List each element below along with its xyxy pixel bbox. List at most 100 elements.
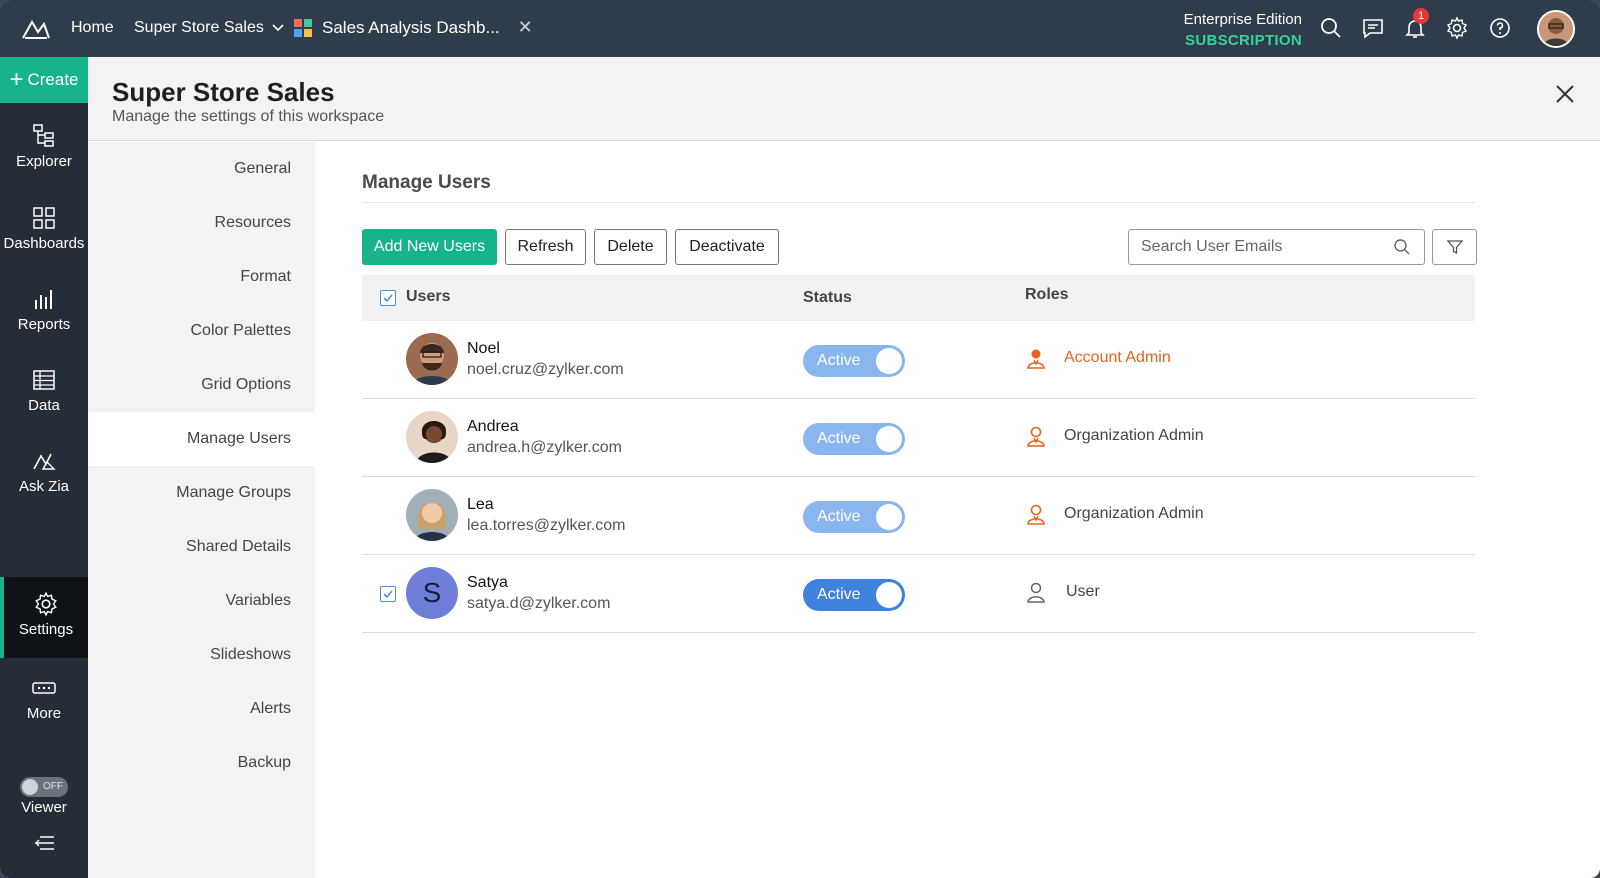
rail-explorer[interactable]: Explorer (0, 115, 88, 189)
table-icon (33, 370, 55, 390)
section-title: Manage Users (362, 172, 491, 193)
settings-nav-manage-groups[interactable]: Manage Groups (88, 466, 315, 520)
add-new-users-button[interactable]: Add New Users (362, 229, 497, 265)
settings-nav-variables[interactable]: Variables (88, 574, 315, 628)
plus-icon: + (9, 66, 24, 93)
tab-label: Sales Analysis Dashb... (322, 17, 500, 37)
rail-reports[interactable]: Reports (0, 278, 88, 352)
table-row[interactable]: S Satya satya.d@zylker.com Active User (362, 555, 1475, 633)
refresh-button[interactable]: Refresh (505, 229, 586, 265)
avatar (406, 411, 458, 463)
rail-ask-zia[interactable]: Ask Zia (0, 440, 88, 514)
status-toggle[interactable]: Active (803, 345, 905, 377)
user-role: Organization Admin (1064, 427, 1204, 444)
help-icon[interactable] (1488, 16, 1512, 40)
check-icon (383, 590, 393, 599)
settings-nav-color-palettes[interactable]: Color Palettes (88, 304, 315, 358)
settings-nav-shared-details[interactable]: Shared Details (88, 520, 315, 574)
deactivate-button[interactable]: Deactivate (675, 229, 779, 265)
user-icon (1027, 582, 1045, 603)
status-label: Active (817, 508, 861, 525)
rail-data[interactable]: Data (0, 359, 88, 433)
users-table-header: Users Status Roles (362, 275, 1475, 321)
select-all-checkbox[interactable] (380, 290, 396, 306)
rail-label: Ask Zia (18, 478, 69, 495)
user-role: User (1066, 583, 1100, 600)
avatar (406, 333, 458, 385)
status-label: Active (817, 586, 861, 603)
settings-nav-grid-options[interactable]: Grid Options (88, 358, 315, 412)
rail-dashboards[interactable]: Dashboards (0, 197, 88, 271)
status-toggle[interactable]: Active (803, 423, 905, 455)
gear-icon (35, 591, 57, 617)
rail-label: Dashboards (3, 235, 85, 252)
workspace-switcher[interactable]: Super Store Sales (134, 19, 284, 37)
toggle-knob (876, 426, 902, 452)
settings-nav-format[interactable]: Format (88, 250, 315, 304)
row-checkbox[interactable] (380, 586, 396, 602)
toggle-knob (876, 504, 902, 530)
status-toggle[interactable]: Active (803, 579, 905, 611)
user-email: andrea.h@zylker.com (467, 439, 622, 456)
search-user-emails-input[interactable] (1128, 229, 1425, 265)
settings-nav-alerts[interactable]: Alerts (88, 682, 315, 736)
rail-more[interactable]: More (0, 667, 88, 741)
nav-home[interactable]: Home (71, 19, 114, 37)
search-icon[interactable] (1319, 16, 1343, 40)
user-name: Noel (467, 340, 500, 357)
user-icon (1027, 426, 1045, 447)
column-status[interactable]: Status (803, 289, 852, 307)
rail-label: Settings (18, 621, 74, 638)
settings-nav-slideshows[interactable]: Slideshows (88, 628, 315, 682)
create-button[interactable]: + Create (0, 57, 88, 103)
user-name: Andrea (467, 418, 519, 435)
table-row[interactable]: Noel noel.cruz@zylker.com Active Account… (362, 321, 1475, 399)
settings-nav-manage-users[interactable]: Manage Users (88, 412, 315, 466)
viewer-label: Viewer (21, 799, 67, 816)
notification-badge: 1 (1413, 8, 1429, 24)
rail-label: Data (28, 397, 60, 414)
filter-button[interactable] (1432, 229, 1477, 265)
left-rail: + Create Explorer Dashboards Reports Dat… (0, 57, 88, 878)
user-role: Account Admin (1064, 349, 1171, 366)
table-row[interactable]: Lea lea.torres@zylker.com Active Organiz… (362, 477, 1475, 555)
comments-icon[interactable] (1361, 16, 1385, 40)
more-icon (32, 682, 56, 694)
status-toggle[interactable]: Active (803, 501, 905, 533)
app-logo-icon[interactable] (20, 14, 52, 42)
column-users[interactable]: Users (406, 288, 450, 306)
settings-nav-resources[interactable]: Resources (88, 196, 315, 250)
close-tab-icon[interactable]: ✕ (518, 17, 533, 38)
settings-nav-backup[interactable]: Backup (88, 736, 315, 790)
close-icon[interactable] (1554, 83, 1576, 105)
profile-avatar[interactable] (1537, 10, 1575, 48)
zia-icon (33, 453, 56, 470)
filter-icon (1447, 240, 1463, 255)
edition-info[interactable]: Enterprise Edition SUBSCRIPTION (1184, 9, 1302, 51)
subscription-link[interactable]: SUBSCRIPTION (1184, 30, 1302, 51)
page-header: Super Store Sales Manage the settings of… (88, 57, 1600, 141)
search-icon[interactable] (1393, 238, 1411, 256)
divider (362, 202, 1475, 203)
rail-label: More (26, 705, 62, 722)
viewer-toggle[interactable]: OFF (20, 777, 68, 797)
status-label: Active (817, 352, 861, 369)
user-email: satya.d@zylker.com (467, 595, 611, 612)
table-row[interactable]: Andrea andrea.h@zylker.com Active Organi… (362, 399, 1475, 477)
top-bar: Home Super Store Sales Sales Analysis Da… (0, 0, 1600, 57)
user-icon (1027, 504, 1045, 525)
gear-icon[interactable] (1445, 16, 1469, 40)
status-label: Active (817, 430, 861, 447)
rail-settings[interactable]: Settings (0, 577, 88, 658)
toggle-knob (876, 582, 902, 608)
delete-button[interactable]: Delete (594, 229, 667, 265)
settings-nav-general[interactable]: General (88, 142, 315, 196)
toggle-state: OFF (43, 781, 63, 792)
column-roles[interactable]: Roles (1025, 286, 1069, 304)
tab-sales-analysis[interactable]: Sales Analysis Dashb... ✕ (294, 17, 533, 38)
toggle-knob (876, 348, 902, 374)
user-email: noel.cruz@zylker.com (467, 361, 624, 378)
user-name: Satya (467, 574, 508, 591)
check-icon (383, 294, 393, 303)
collapse-menu-icon[interactable] (32, 833, 56, 853)
